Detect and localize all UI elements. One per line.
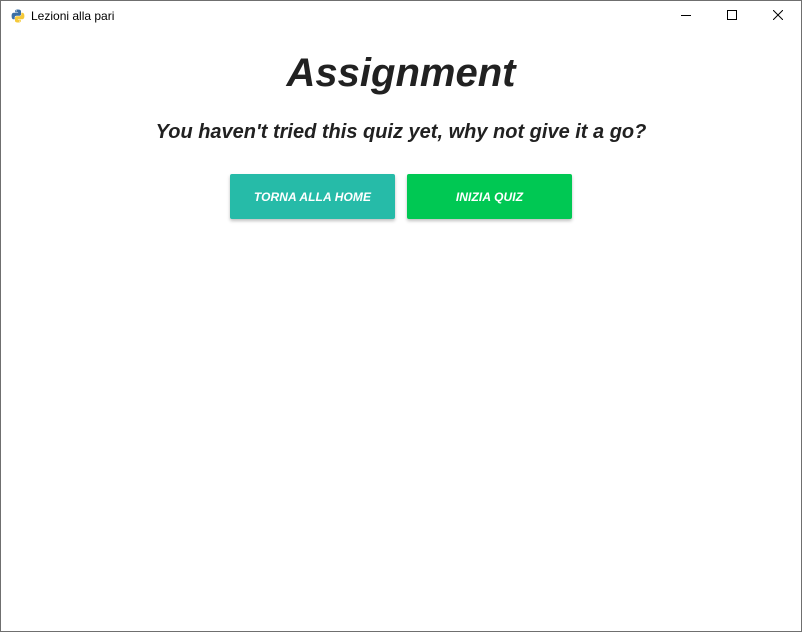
- minimize-icon: [681, 7, 691, 25]
- quiz-status-message: You haven't tried this quiz yet, why not…: [155, 121, 647, 143]
- main-content: Assignment You haven't tried this quiz y…: [1, 31, 801, 631]
- close-button[interactable]: [755, 1, 801, 31]
- maximize-icon: [727, 7, 737, 25]
- back-to-home-button[interactable]: TORNA ALLA HOME: [230, 174, 395, 219]
- start-quiz-button[interactable]: INIZIA QUIZ: [407, 174, 572, 219]
- minimize-button[interactable]: [663, 1, 709, 31]
- title-bar[interactable]: Lezioni alla pari: [1, 1, 801, 31]
- python-icon: [11, 9, 25, 23]
- maximize-button[interactable]: [709, 1, 755, 31]
- window-title: Lezioni alla pari: [31, 9, 115, 23]
- page-title: Assignment: [286, 51, 516, 95]
- app-window: Lezioni alla pari Assignment You haven't…: [0, 0, 802, 632]
- close-icon: [772, 7, 784, 25]
